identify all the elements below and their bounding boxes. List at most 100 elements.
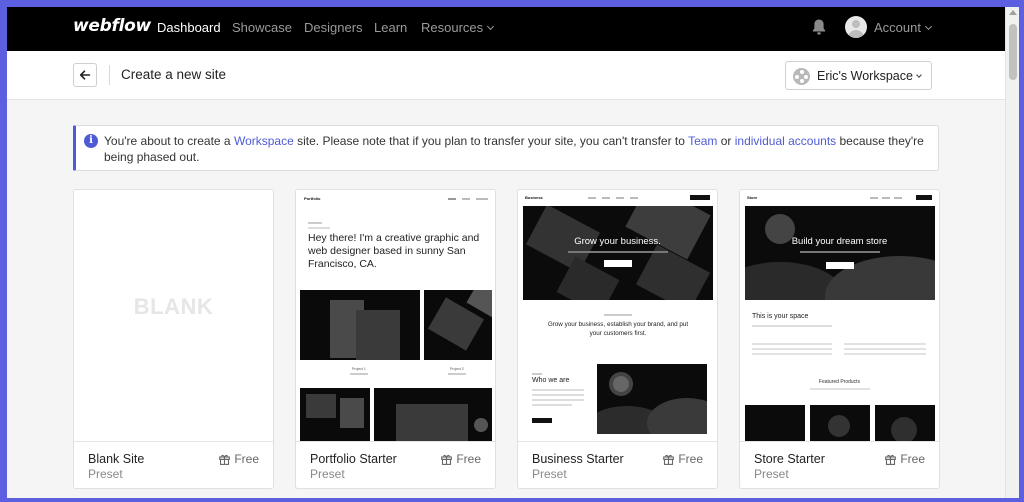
chevron-down-icon <box>916 72 922 78</box>
preview-cta-button <box>604 260 632 267</box>
preview-hero-title: Build your dream store <box>791 236 888 247</box>
preview-small-text <box>844 343 926 345</box>
preview-small-text <box>810 388 870 390</box>
preview-hero-title: Grow your business. <box>574 236 661 247</box>
preview-nav-link <box>616 197 624 199</box>
template-card-store[interactable]: Store Build your dream store This is you… <box>739 189 940 489</box>
team-link[interactable]: Team <box>688 134 717 148</box>
preview-small-text <box>308 222 322 224</box>
preview-image <box>300 290 420 360</box>
chevron-down-icon <box>487 22 495 31</box>
preview-cta-button <box>826 262 854 269</box>
preview-product <box>810 405 870 441</box>
card-footer: Blank Site Preset Free <box>74 441 273 488</box>
price-badge: Free <box>219 452 259 466</box>
preview-featured-heading: Featured Products <box>818 379 861 385</box>
preview-small-text <box>532 394 584 396</box>
scroll-up-arrow-icon[interactable] <box>1009 10 1017 15</box>
template-type: Preset <box>88 467 123 481</box>
preview-hero <box>523 206 713 300</box>
preview-image <box>374 388 492 441</box>
avatar[interactable] <box>845 16 867 38</box>
template-card-business[interactable]: Business Grow your business. Grow your b… <box>517 189 718 489</box>
template-name: Blank Site <box>88 452 145 466</box>
template-thumbnail: Business Grow your business. Grow your b… <box>518 190 717 441</box>
notice-text-2: site. Please note that if you plan to tr… <box>293 134 689 148</box>
preview-nav-link <box>462 198 470 200</box>
top-navigation: webflow Dashboard Showcase Designers Lea… <box>7 7 1005 51</box>
blank-thumbnail-label: BLANK <box>133 294 214 319</box>
account-label: Account <box>874 20 921 35</box>
template-card-blank[interactable]: BLANK Blank Site Preset Free <box>73 189 274 489</box>
arrow-left-icon <box>79 70 91 80</box>
workspace-link[interactable]: Workspace <box>234 134 294 148</box>
preview-small-text <box>532 404 572 406</box>
preview-nav-link <box>588 197 596 199</box>
workspace-label: Eric's Workspace <box>817 69 913 83</box>
preview-image <box>597 364 707 434</box>
preview-image <box>424 290 492 360</box>
page-title: Create a new site <box>121 67 227 82</box>
preview-small-text <box>532 389 584 391</box>
gift-icon <box>441 454 453 465</box>
nav-dashboard[interactable]: Dashboard <box>157 20 221 35</box>
scrollbar-thumb[interactable] <box>1009 24 1017 80</box>
preview-small-text <box>448 373 466 375</box>
notice-text: You're about to create a Workspace site.… <box>104 133 934 165</box>
price-badge: Free <box>441 452 481 466</box>
preview-heading: Hey there! I'm a creative graphic and we… <box>308 232 480 270</box>
preview-hero <box>745 206 935 300</box>
preview-nav-link <box>476 198 488 200</box>
page-header: Create a new site Eric's Workspace <box>7 51 1005 100</box>
nav-resources-label: Resources <box>421 20 484 35</box>
workspace-icon <box>793 68 810 85</box>
preview-logo: Business <box>525 195 543 200</box>
webflow-logo[interactable]: webflow <box>73 16 151 36</box>
card-footer: Portfolio Starter Preset Free <box>296 441 495 488</box>
price-label: Free <box>234 452 259 466</box>
preview-small-text <box>752 325 832 327</box>
preview-nav-button <box>690 195 710 200</box>
gift-icon <box>885 454 897 465</box>
price-badge: Free <box>885 452 925 466</box>
card-footer: Business Starter Preset Free <box>518 441 717 488</box>
preview-nav-link <box>448 198 456 200</box>
nav-designers[interactable]: Designers <box>304 20 363 35</box>
browser-viewport: webflow Dashboard Showcase Designers Lea… <box>7 7 1005 498</box>
preview-small-text <box>532 399 584 401</box>
preview-nav-link <box>602 197 610 199</box>
template-card-portfolio[interactable]: Portfolio Hey there! I'm a creative grap… <box>295 189 496 489</box>
price-badge: Free <box>663 452 703 466</box>
preview-small-text <box>532 373 542 375</box>
preview-cta-button <box>532 418 552 423</box>
preview-nav-link <box>630 197 638 199</box>
preview-product <box>745 405 805 441</box>
price-label: Free <box>678 452 703 466</box>
nav-showcase[interactable]: Showcase <box>232 20 292 35</box>
price-label: Free <box>900 452 925 466</box>
template-type: Preset <box>310 467 345 481</box>
preview-small-text <box>800 251 880 253</box>
back-button[interactable] <box>73 63 97 87</box>
preview-small-text <box>752 353 832 355</box>
template-name: Store Starter <box>754 452 825 466</box>
preview-logo: Store <box>747 195 758 200</box>
preview-space-heading: This is your space <box>752 313 809 320</box>
template-name: Portfolio Starter <box>310 452 397 466</box>
preview-small-text <box>568 251 668 253</box>
workspace-selector[interactable]: Eric's Workspace <box>785 61 932 90</box>
template-thumbnail: Store Build your dream store This is you… <box>740 190 939 441</box>
nav-resources[interactable]: Resources <box>421 20 495 35</box>
bell-icon[interactable] <box>811 18 827 36</box>
preview-nav-link <box>894 197 902 199</box>
gift-icon <box>663 454 675 465</box>
vertical-scrollbar[interactable] <box>1005 7 1019 498</box>
preview-nav-link <box>882 197 890 199</box>
gift-icon <box>219 454 231 465</box>
preview-image <box>300 388 370 441</box>
account-menu[interactable]: Account <box>874 20 933 35</box>
nav-learn[interactable]: Learn <box>374 20 407 35</box>
individual-accounts-link[interactable]: individual accounts <box>735 134 836 148</box>
template-thumbnail: BLANK <box>74 190 273 441</box>
preview-small-text <box>604 314 632 316</box>
